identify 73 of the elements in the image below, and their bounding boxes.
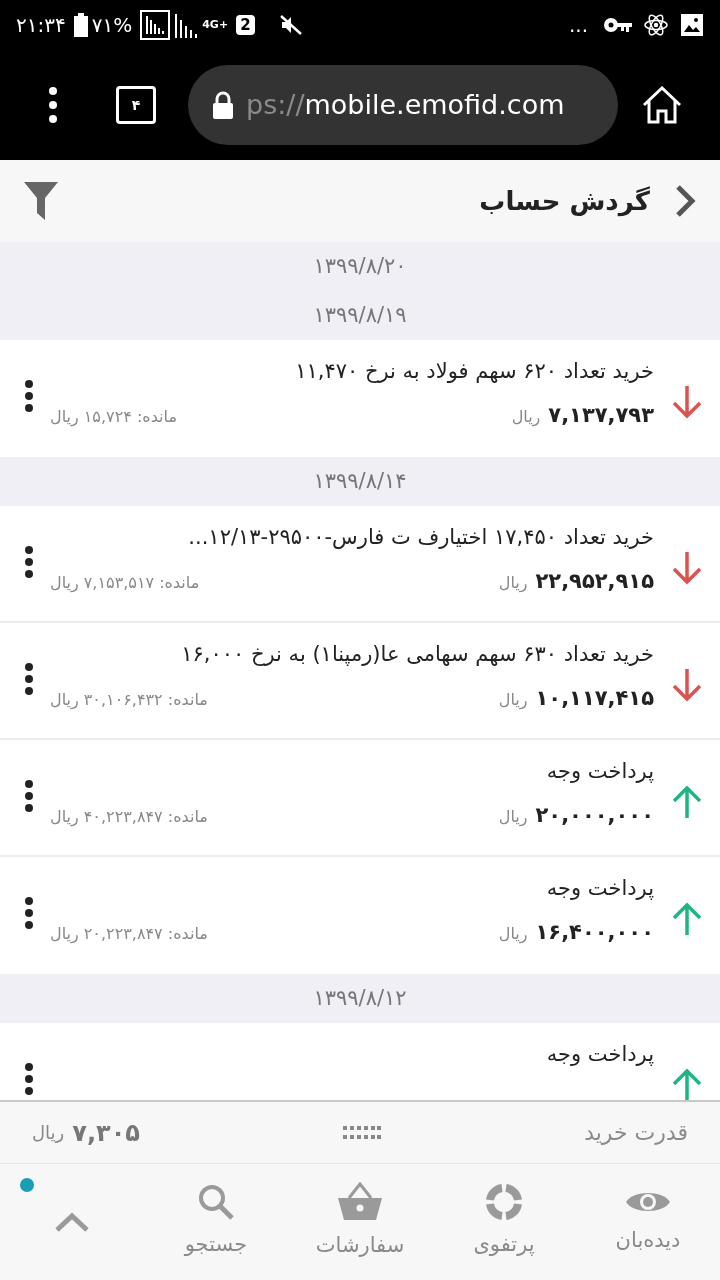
more-notifications: ... — [568, 12, 588, 39]
image-icon — [680, 13, 704, 37]
balance-text: مانده: ۲۰,۲۲۳,۸۴۷ ریال — [50, 922, 208, 945]
sim-badge: 2 — [236, 15, 255, 35]
transaction-row[interactable]: پرداخت وجه — [0, 1023, 720, 1100]
mute-icon — [278, 13, 303, 37]
home-icon[interactable] — [642, 86, 682, 124]
more-options-icon[interactable] — [24, 897, 34, 929]
balance-text: مانده: ۱۵,۷۲۴ ریال — [50, 405, 177, 428]
down-arrow-icon — [670, 384, 704, 420]
page-title: گردش حساب — [479, 184, 650, 219]
balance-text: مانده: ۷,۱۵۳,۵۱۷ ریال — [50, 571, 200, 594]
buying-power-label: قدرت خرید — [584, 1119, 688, 1147]
transaction-amount: ۱۰,۱۱۷,۴۱۵ — [535, 684, 654, 712]
filter-icon[interactable] — [24, 182, 58, 220]
lock-icon — [212, 91, 234, 119]
up-arrow-icon — [670, 784, 704, 820]
down-arrow-icon — [670, 667, 704, 703]
currency-label: ریال — [511, 405, 541, 429]
transaction-amount: ۲۲,۹۵۲,۹۱۵ — [535, 567, 654, 595]
url-bar[interactable]: ps://mobile.emofid.com — [188, 65, 618, 145]
atom-icon — [644, 13, 668, 37]
date-header: ۱۳۹۹/۸/۱۹ — [313, 301, 407, 329]
transaction-row[interactable]: خرید تعداد ۶۳۰ سهم سهامی عا(رمپنا۱) به نرخ ۱۶,۰۰۰ ۱۰,۱۱۷,۴۱۵ ریال مانده: ۳۰,۱۰۶,۴۳۲ ریال — [0, 623, 720, 740]
url-host: mobile.emofid.com — [304, 88, 565, 120]
date-header: ۱۳۹۹/۸/۱۴ — [313, 467, 407, 495]
signal-icon — [174, 12, 199, 38]
up-arrow-icon — [670, 901, 704, 937]
date-header: ۱۳۹۹/۸/۱۲ — [313, 984, 407, 1012]
transaction-title: پرداخت وجه — [545, 1041, 654, 1068]
battery-level: ۷۱% — [91, 12, 133, 39]
drag-handle-icon[interactable] — [343, 1125, 382, 1140]
transaction-title: پرداخت وجه — [545, 758, 654, 785]
up-arrow-icon — [670, 1067, 704, 1100]
balance-text: مانده: ۳۰,۱۰۶,۴۳۲ ریال — [50, 688, 208, 711]
currency-label: ریال — [498, 922, 528, 946]
more-options-icon[interactable] — [24, 546, 34, 578]
basket-icon — [337, 1182, 383, 1223]
search-icon — [197, 1183, 235, 1222]
transaction-amount: ۲۰,۰۰۰,۰۰۰ — [535, 801, 654, 829]
signal-icon — [140, 10, 171, 40]
tab-count-button[interactable]: ۴ — [116, 86, 156, 124]
balance-text: مانده: ۴۰,۲۲۳,۸۴۷ ریال — [50, 805, 208, 828]
more-options-icon[interactable] — [24, 1063, 34, 1095]
more-options-icon[interactable] — [24, 780, 34, 812]
transaction-row[interactable]: پرداخت وجه ۲۰,۰۰۰,۰۰۰ ریال مانده: ۴۰,۲۲۳,۸۴۷ ریال — [0, 740, 720, 857]
more-options-icon[interactable] — [24, 380, 34, 412]
transaction-row[interactable]: پرداخت وجه ۱۶,۴۰۰,۰۰۰ ریال مانده: ۲۰,۲۲۳,۸۴۷ ریال — [0, 857, 720, 974]
more-options-icon[interactable] — [24, 663, 34, 695]
menu-icon[interactable] — [48, 87, 58, 123]
buying-power-amount: ۷,۳۰۵ — [72, 1117, 140, 1149]
battery-icon — [73, 13, 88, 37]
key-icon — [604, 17, 632, 33]
date-header: ۱۳۹۹/۸/۲۰ — [313, 252, 407, 280]
currency-label: ریال — [498, 688, 528, 712]
transaction-title: خرید تعداد ۶۳۰ سهم سهامی عا(رمپنا۱) به نرخ ۱۶,۰۰۰ — [180, 641, 654, 668]
transaction-amount: ۱۶,۴۰۰,۰۰۰ — [535, 918, 654, 946]
down-arrow-icon — [670, 550, 704, 586]
transaction-row[interactable]: خرید تعداد ۶۲۰ سهم فولاد به نرخ ۱۱,۴۷۰ ۷,۱۳۷,۷۹۳ ریال مانده: ۱۵,۷۲۴ ریال — [0, 340, 720, 457]
url-scheme: ps:// — [246, 88, 305, 120]
transaction-amount: ۷,۱۳۷,۷۹۳ — [548, 401, 654, 429]
currency-label: ریال — [498, 805, 528, 829]
back-chevron-icon[interactable] — [674, 184, 696, 218]
transaction-title: خرید تعداد ۶۲۰ سهم فولاد به نرخ ۱۱,۴۷۰ — [294, 358, 654, 385]
chevron-up-icon — [54, 1211, 90, 1233]
transaction-row[interactable]: خرید تعداد ۱۷,۴۵۰ اختیارف ت فارس-۲۹۵۰۰-۱۲/۱۳... ۲۲,۹۵۲,۹۱۵ ریال مانده: ۷,۱۵۳,۵۱۷ ریال — [0, 506, 720, 623]
donut-chart-icon — [485, 1183, 523, 1222]
currency-label: ریال — [32, 1121, 65, 1145]
currency-label: ریال — [498, 571, 528, 595]
network-type: 4G+ — [202, 16, 229, 33]
status-time: ۲۱:۳۴ — [16, 12, 66, 39]
transaction-title: خرید تعداد ۱۷,۴۵۰ اختیارف ت فارس-۲۹۵۰۰-۱۲/۱۳... — [187, 524, 654, 551]
transaction-title: پرداخت وجه — [545, 875, 654, 902]
